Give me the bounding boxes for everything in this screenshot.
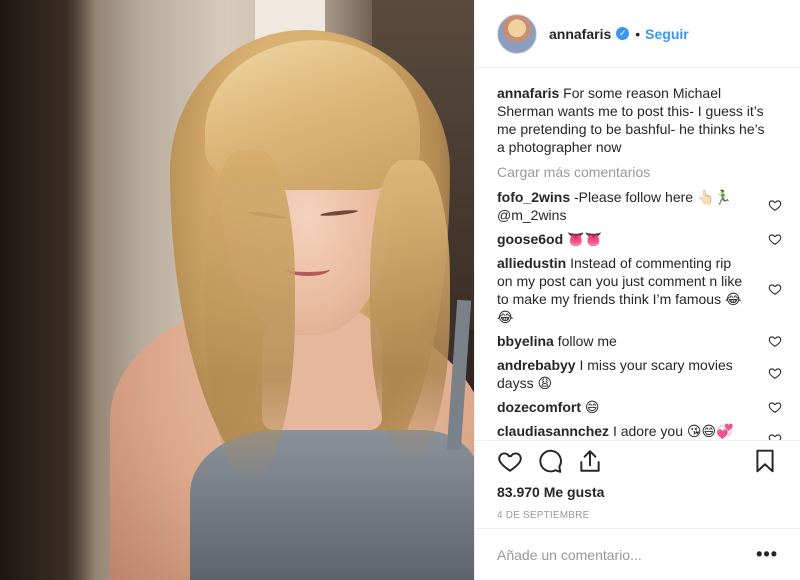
bookmark-icon[interactable] (752, 448, 778, 474)
comment-item: dozecomfort 😄 (497, 398, 782, 416)
comment-username[interactable]: dozecomfort (497, 399, 581, 415)
photo-background-left (0, 0, 95, 580)
comment-like-heart-icon[interactable] (768, 432, 782, 440)
comment-like-heart-icon[interactable] (768, 334, 782, 348)
post-actions-bar (475, 440, 800, 480)
comment-item: fofo_2wins -Please follow here 👆🏻🏃‍♂️ @m… (497, 188, 782, 224)
comment-username[interactable]: fofo_2wins (497, 189, 570, 205)
comment-like-heart-icon[interactable] (768, 282, 782, 296)
comment-text: 😄 (584, 399, 600, 415)
photo-hair-front-left (205, 150, 295, 480)
likes-count[interactable]: 83.970 Me gusta (475, 480, 800, 502)
comment-username[interactable]: andrebabyy (497, 357, 576, 373)
comment-bubble-icon[interactable] (537, 448, 563, 474)
post-side-panel: annafaris ✓ • Seguir annafaris For some … (474, 0, 800, 580)
post-photo[interactable] (0, 0, 474, 580)
comment-item: goose6od 👅👅 (497, 230, 782, 248)
comment-item: alliedustin Instead of commenting rip on… (497, 254, 782, 326)
caption-username[interactable]: annafaris (497, 85, 559, 101)
follow-button[interactable]: Seguir (645, 26, 689, 42)
comment-username[interactable]: alliedustin (497, 255, 566, 271)
like-heart-icon[interactable] (497, 448, 523, 474)
comment-item: bbyelina follow me (497, 332, 782, 350)
comment-like-heart-icon[interactable] (768, 232, 782, 246)
post-header: annafaris ✓ • Seguir (475, 0, 800, 68)
add-comment-bar: ••• (475, 528, 800, 580)
photo-hair-front-right (370, 160, 450, 460)
more-options-icon[interactable]: ••• (756, 544, 778, 565)
comment-like-heart-icon[interactable] (768, 400, 782, 414)
comment-text: 👅👅 (567, 231, 602, 247)
load-more-comments-button[interactable]: Cargar más comentarios (497, 163, 776, 181)
verified-badge-icon: ✓ (616, 27, 630, 40)
comment-username[interactable]: goose6od (497, 231, 563, 247)
post-caption: annafaris For some reason Michael Sherma… (497, 84, 776, 156)
add-comment-input[interactable] (497, 546, 757, 563)
comment-username[interactable]: bbyelina (497, 333, 554, 349)
comments-list[interactable]: annafaris For some reason Michael Sherma… (475, 68, 800, 440)
comment-item: claudiasannchez I adore you 😘😄💞💞 (497, 422, 782, 440)
comment-like-heart-icon[interactable] (768, 366, 782, 380)
comment-username[interactable]: claudiasannchez (497, 423, 609, 439)
comment-like-heart-icon[interactable] (768, 198, 782, 212)
instagram-post: annafaris ✓ • Seguir annafaris For some … (0, 0, 800, 580)
author-username[interactable]: annafaris (549, 26, 611, 42)
share-upload-icon[interactable] (577, 448, 603, 474)
author-avatar[interactable] (497, 13, 537, 54)
comment-item: andrebabyy I miss your scary movies days… (497, 356, 782, 392)
comment-text: follow me (557, 333, 617, 349)
header-separator: • (635, 25, 641, 42)
